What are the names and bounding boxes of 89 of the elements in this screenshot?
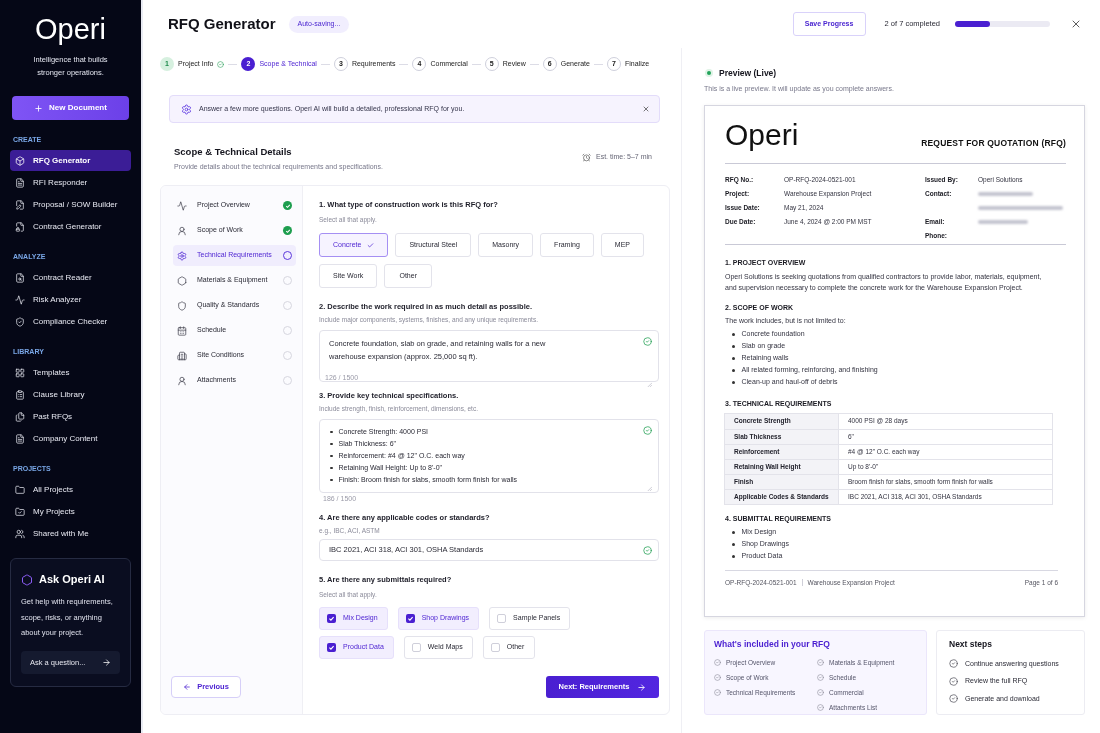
checkbox[interactable] bbox=[497, 614, 507, 623]
folder-check-icon bbox=[15, 506, 25, 517]
bullet-icon bbox=[330, 466, 333, 470]
arrow-right-icon bbox=[102, 657, 111, 667]
plus-icon bbox=[34, 103, 44, 113]
bullet-icon bbox=[732, 531, 735, 534]
close-icon[interactable] bbox=[1070, 18, 1082, 30]
check-circle-icon bbox=[817, 659, 824, 666]
files-icon bbox=[15, 411, 25, 422]
page-title: RFQ Generator bbox=[168, 13, 276, 34]
bullet-icon bbox=[732, 543, 735, 546]
bullet-icon bbox=[330, 442, 333, 446]
grid-icon bbox=[15, 367, 25, 378]
clipboard-list-icon bbox=[15, 389, 25, 400]
status-dot-icon bbox=[705, 69, 713, 77]
sidebar-item[interactable]: Risk Analyzer bbox=[10, 289, 131, 310]
file-pen-icon bbox=[15, 199, 25, 210]
sidebar-item[interactable]: Proposal / SOW Builder bbox=[10, 194, 131, 215]
bullet-icon bbox=[732, 333, 735, 336]
check-circle-icon bbox=[714, 689, 721, 696]
next-steps-title: Next steps bbox=[949, 639, 993, 649]
check-circle-icon bbox=[949, 694, 958, 704]
folder-icon bbox=[15, 484, 25, 495]
sidebar-item[interactable]: Contract Reader bbox=[10, 267, 131, 288]
bullet-icon bbox=[732, 345, 735, 348]
check-circle-icon bbox=[817, 674, 824, 681]
bullet-icon bbox=[732, 357, 735, 360]
included-title: What's included in your RFQ bbox=[714, 639, 831, 649]
sidebar-item[interactable]: Company Content bbox=[10, 428, 131, 449]
check-circle-icon bbox=[949, 676, 958, 686]
check-circle-icon bbox=[817, 689, 824, 696]
hexagon-icon bbox=[177, 275, 187, 286]
file-lock-icon bbox=[15, 221, 25, 232]
calendar-icon bbox=[177, 325, 187, 336]
alarm-clock-icon bbox=[581, 152, 591, 162]
checkbox[interactable] bbox=[327, 643, 336, 652]
bullet-icon bbox=[330, 454, 333, 458]
preview-title: Preview (Live) bbox=[719, 66, 777, 80]
checkbox[interactable] bbox=[327, 614, 336, 623]
cube-icon bbox=[15, 155, 25, 166]
assistant-title: Ask Operi AI bbox=[39, 572, 105, 588]
shield-check-icon bbox=[15, 316, 25, 327]
arrow-right-icon bbox=[637, 682, 647, 692]
sidebar-item[interactable]: Templates bbox=[10, 362, 131, 383]
document-logo: Operi bbox=[725, 118, 799, 151]
sidebar-item[interactable]: Compliance Checker bbox=[10, 311, 131, 332]
hexagon-icon bbox=[21, 573, 33, 586]
section-title: Scope & Technical Details bbox=[174, 146, 293, 158]
users-icon bbox=[15, 528, 25, 539]
checkbox[interactable] bbox=[490, 643, 500, 652]
gear-icon bbox=[181, 103, 192, 115]
check-circle-icon bbox=[949, 659, 958, 669]
close-icon[interactable] bbox=[642, 105, 650, 113]
sidebar-item[interactable]: My Projects bbox=[10, 501, 131, 522]
resize-handle-icon bbox=[647, 486, 652, 491]
document-icon bbox=[15, 177, 25, 188]
sidebar-item[interactable]: RFQ Generator bbox=[10, 150, 131, 171]
pulse-icon bbox=[177, 200, 187, 211]
file-search-icon bbox=[15, 272, 25, 283]
check-circle-icon bbox=[217, 60, 225, 68]
sidebar-item[interactable]: Shared with Me bbox=[10, 523, 131, 544]
sidebar-item[interactable]: Clause Library bbox=[10, 384, 131, 405]
sidebar-item[interactable]: Past RFQs bbox=[10, 406, 131, 427]
sidebar-item[interactable]: RFI Responder bbox=[10, 172, 131, 193]
document-heading: REQUEST FOR QUOTATION (RFQ) bbox=[921, 137, 1066, 150]
check-circle-icon bbox=[714, 659, 721, 666]
pulse-icon bbox=[15, 294, 25, 305]
logo: Operi bbox=[35, 13, 106, 45]
shield-icon bbox=[177, 300, 187, 311]
person-icon bbox=[177, 225, 187, 236]
check-icon bbox=[367, 241, 375, 249]
bullet-icon bbox=[732, 555, 735, 558]
new-document-button[interactable]: New Document bbox=[12, 96, 129, 120]
sidebar-item[interactable]: Contract Generator bbox=[10, 216, 131, 237]
bullet-icon bbox=[732, 381, 735, 384]
bullet-icon bbox=[732, 369, 735, 372]
bullet-icon bbox=[330, 478, 333, 482]
gear-icon bbox=[177, 250, 187, 261]
resize-handle-icon bbox=[647, 382, 652, 387]
checkbox[interactable] bbox=[405, 614, 415, 623]
person-icon bbox=[177, 375, 187, 386]
arrow-left-icon bbox=[183, 683, 192, 691]
checkbox[interactable] bbox=[411, 643, 421, 652]
sidebar-item[interactable]: All Projects bbox=[10, 479, 131, 500]
check-circle-icon bbox=[817, 704, 824, 711]
check-circle-icon bbox=[714, 674, 721, 681]
bullet-icon bbox=[330, 430, 333, 434]
document-icon bbox=[15, 433, 25, 444]
building-icon bbox=[177, 350, 187, 361]
